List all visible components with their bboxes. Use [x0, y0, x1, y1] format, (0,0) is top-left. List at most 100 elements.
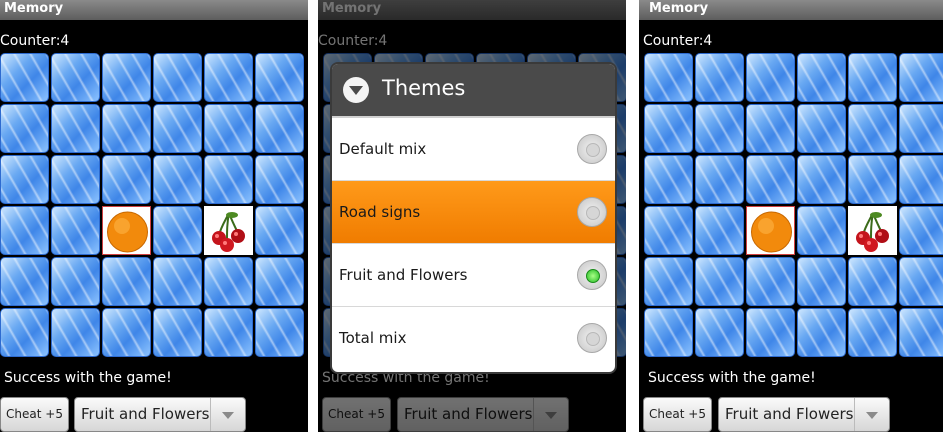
- card-cherry[interactable]: [848, 206, 897, 255]
- card-face-down[interactable]: [102, 53, 151, 102]
- option-label: Fruit and Flowers: [339, 266, 468, 284]
- card-face-down[interactable]: [695, 206, 744, 255]
- card-face-down[interactable]: [255, 53, 304, 102]
- card-face-down[interactable]: [0, 104, 49, 153]
- card-face-down[interactable]: [102, 257, 151, 306]
- card-face-down[interactable]: [848, 308, 897, 357]
- card-face-down[interactable]: [644, 308, 693, 357]
- card-face-down[interactable]: [51, 53, 100, 102]
- card-face-down[interactable]: [204, 257, 253, 306]
- card-face-down[interactable]: [746, 53, 795, 102]
- card-face-down[interactable]: [0, 53, 49, 102]
- cheat-button[interactable]: Cheat +5: [643, 397, 712, 432]
- card-face-down[interactable]: [899, 104, 943, 153]
- screen-middle: Memory Counter:4 Success with the game! …: [318, 0, 626, 432]
- theme-option-road-signs[interactable]: Road signs: [332, 181, 615, 244]
- card-face-down[interactable]: [899, 53, 943, 102]
- card-face-down[interactable]: [797, 257, 846, 306]
- card-face-down[interactable]: [51, 308, 100, 357]
- card-face-down[interactable]: [644, 53, 693, 102]
- card-face-down[interactable]: [695, 104, 744, 153]
- option-label: Total mix: [339, 329, 407, 347]
- radio-button-checked-icon[interactable]: [577, 260, 607, 290]
- dialog-header: Themes: [332, 64, 615, 118]
- app-title: Memory: [0, 0, 308, 20]
- card-face-down[interactable]: [644, 104, 693, 153]
- app-title: Memory: [639, 0, 943, 20]
- card-face-down[interactable]: [899, 257, 943, 306]
- card-face-down[interactable]: [746, 155, 795, 204]
- card-face-down[interactable]: [848, 155, 897, 204]
- card-face-down[interactable]: [797, 155, 846, 204]
- card-face-down[interactable]: [899, 155, 943, 204]
- theme-option-default-mix[interactable]: Default mix: [332, 118, 615, 181]
- card-grid: [0, 53, 308, 359]
- radio-button-icon[interactable]: [577, 134, 607, 164]
- card-face-down[interactable]: [899, 308, 943, 357]
- card-face-down[interactable]: [255, 308, 304, 357]
- card-face-down[interactable]: [695, 53, 744, 102]
- theme-option-fruit-and-flowers[interactable]: Fruit and Flowers: [332, 244, 615, 307]
- card-face-down[interactable]: [848, 104, 897, 153]
- card-face-down[interactable]: [746, 257, 795, 306]
- card-face-down[interactable]: [204, 155, 253, 204]
- card-face-down[interactable]: [255, 206, 304, 255]
- theme-spinner[interactable]: Fruit and Flowers: [74, 397, 246, 432]
- card-face-down[interactable]: [899, 206, 943, 255]
- card-face-down[interactable]: [0, 257, 49, 306]
- card-face-down[interactable]: [153, 155, 202, 204]
- themes-dialog: Themes Default mix Road signs Fruit and …: [332, 64, 615, 372]
- card-face-down[interactable]: [204, 53, 253, 102]
- counter-label: Counter:4: [643, 33, 713, 49]
- theme-option-total-mix[interactable]: Total mix: [332, 307, 615, 370]
- card-face-down[interactable]: [153, 53, 202, 102]
- card-face-down[interactable]: [51, 104, 100, 153]
- card-face-down[interactable]: [695, 155, 744, 204]
- card-face-down[interactable]: [51, 257, 100, 306]
- card-face-down[interactable]: [644, 206, 693, 255]
- card-face-down[interactable]: [695, 308, 744, 357]
- card-face-down[interactable]: [153, 206, 202, 255]
- card-face-down[interactable]: [797, 104, 846, 153]
- card-face-down[interactable]: [255, 257, 304, 306]
- card-face-down[interactable]: [204, 308, 253, 357]
- card-face-down[interactable]: [0, 155, 49, 204]
- card-face-down[interactable]: [153, 257, 202, 306]
- card-face-down[interactable]: [255, 104, 304, 153]
- card-face-down[interactable]: [746, 104, 795, 153]
- theme-spinner-value: Fruit and Flowers: [725, 405, 854, 423]
- card-face-down[interactable]: [797, 53, 846, 102]
- card-cherry[interactable]: [204, 206, 253, 255]
- card-face-down[interactable]: [644, 257, 693, 306]
- card-face-down[interactable]: [746, 308, 795, 357]
- card-face-down[interactable]: [102, 155, 151, 204]
- card-face-down[interactable]: [0, 308, 49, 357]
- card-face-down[interactable]: [153, 104, 202, 153]
- option-label: Default mix: [339, 140, 427, 158]
- card-face-down[interactable]: [848, 53, 897, 102]
- radio-button-icon[interactable]: [577, 197, 607, 227]
- counter-label: Counter:4: [0, 33, 70, 49]
- card-face-down[interactable]: [797, 308, 846, 357]
- option-label: Road signs: [339, 203, 421, 221]
- card-face-down[interactable]: [51, 155, 100, 204]
- status-text: Success with the game!: [648, 370, 816, 386]
- card-face-down[interactable]: [255, 155, 304, 204]
- card-orange[interactable]: [746, 206, 795, 255]
- card-face-down[interactable]: [51, 206, 100, 255]
- dropdown-circle-icon: [343, 77, 369, 103]
- card-face-down[interactable]: [797, 206, 846, 255]
- cheat-button[interactable]: Cheat +5: [0, 397, 69, 432]
- card-orange[interactable]: [102, 206, 151, 255]
- card-face-down[interactable]: [644, 155, 693, 204]
- card-face-down[interactable]: [848, 257, 897, 306]
- card-face-down[interactable]: [102, 104, 151, 153]
- card-face-down[interactable]: [153, 308, 202, 357]
- card-face-down[interactable]: [204, 104, 253, 153]
- radio-button-icon[interactable]: [577, 323, 607, 353]
- card-face-down[interactable]: [695, 257, 744, 306]
- card-face-down[interactable]: [102, 308, 151, 357]
- theme-spinner[interactable]: Fruit and Flowers: [718, 397, 890, 432]
- card-face-down[interactable]: [0, 206, 49, 255]
- dropdown-arrow-icon: [854, 398, 889, 431]
